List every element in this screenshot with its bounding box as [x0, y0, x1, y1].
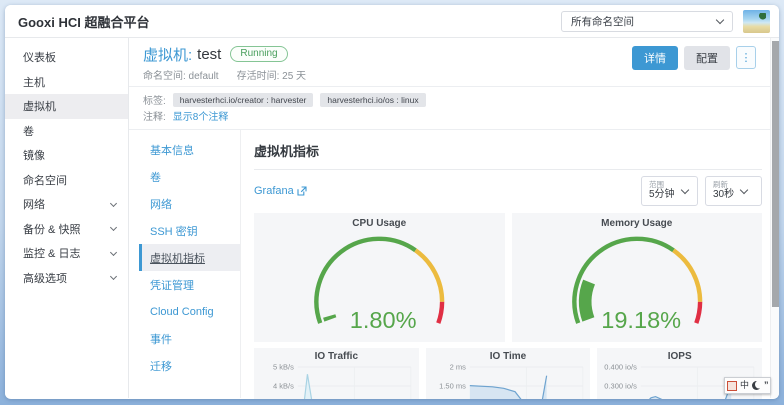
- cpu-usage-gauge: CPU Usage1.80%: [254, 213, 505, 342]
- range-select[interactable]: 范围 5分钟: [641, 176, 698, 206]
- svg-text:1.80%: 1.80%: [350, 307, 417, 333]
- tab-credentials[interactable]: 凭证管理: [139, 271, 240, 298]
- svg-text:4 kB/s: 4 kB/s: [273, 382, 294, 391]
- memory-usage-gauge: Memory Usage19.18%: [512, 213, 763, 342]
- top-header: Gooxi HCI 超融合平台 所有命名空间: [5, 5, 779, 38]
- sidebar-item-hosts[interactable]: 主机: [5, 70, 128, 95]
- namespace-select-value: 所有命名空间: [571, 14, 634, 29]
- label-tag: harvesterhci.io/creator : harvester: [173, 93, 314, 107]
- external-link-icon: [297, 186, 307, 196]
- io-traffic-chart: IO Traffic5 kB/s4 kB/s3 kB/s: [254, 348, 419, 399]
- io-time-chart: IO Time2 ms1.50 ms1 ms: [426, 348, 591, 399]
- sidebar: 仪表板 主机 虚拟机 卷 镜像 命名空间 网络 备份 & 快照 监控 & 日志 …: [5, 38, 129, 398]
- ime-logo-icon[interactable]: [727, 381, 737, 391]
- detail-section: 基本信息 卷 网络 SSH 密钥 虚拟机指标 凭证管理 Cloud Config…: [129, 130, 770, 398]
- tab-ssh-keys[interactable]: SSH 密钥: [139, 217, 240, 244]
- vm-namespace: 命名空间: default: [143, 67, 219, 82]
- annotations-row: 注释: 显示8个注释: [143, 108, 756, 123]
- details-button[interactable]: 详情: [632, 46, 678, 70]
- ime-chinese-mode-icon[interactable]: 中: [740, 381, 749, 390]
- vertical-scrollbar[interactable]: [770, 38, 779, 398]
- svg-text:2 ms: 2 ms: [449, 363, 466, 372]
- chevron-down-icon: [110, 273, 117, 280]
- sidebar-item-backup-snapshot[interactable]: 备份 & 快照: [5, 217, 128, 242]
- status-badge: Running: [230, 46, 287, 62]
- labels-title: 标签:: [143, 92, 166, 107]
- app-window: Gooxi HCI 超融合平台 所有命名空间 仪表板 主机 虚拟机 卷 镜像 命…: [5, 5, 779, 399]
- main-area: 虚拟机: test Running 命名空间: default 存活时间: 25…: [129, 38, 779, 398]
- tab-migration[interactable]: 迁移: [139, 352, 240, 379]
- svg-text:19.18%: 19.18%: [601, 307, 681, 333]
- tab-events[interactable]: 事件: [139, 325, 240, 352]
- chevron-down-icon: [110, 200, 117, 207]
- sidebar-item-monitoring-logs[interactable]: 监控 & 日志: [5, 241, 128, 266]
- show-annotations-link[interactable]: 显示8个注释: [173, 108, 229, 123]
- detail-nav: 基本信息 卷 网络 SSH 密钥 虚拟机指标 凭证管理 Cloud Config…: [129, 130, 241, 398]
- vm-subheader: 命名空间: default 存活时间: 25 天: [143, 67, 306, 82]
- svg-text:0.400 io/s: 0.400 io/s: [605, 363, 638, 372]
- user-avatar[interactable]: [743, 10, 770, 33]
- vm-header: 虚拟机: test Running 命名空间: default 存活时间: 25…: [129, 38, 770, 86]
- sidebar-item-dashboard[interactable]: 仪表板: [5, 45, 128, 70]
- tab-vm-metrics[interactable]: 虚拟机指标: [139, 244, 240, 271]
- chevron-down-icon: [110, 249, 117, 256]
- vm-title-row: 虚拟机: test Running: [143, 44, 306, 64]
- config-button[interactable]: 配置: [684, 46, 730, 70]
- app-title: Gooxi HCI 超融合平台: [18, 12, 149, 31]
- tab-basic-info[interactable]: 基本信息: [139, 136, 240, 163]
- metrics-title: 虚拟机指标: [254, 130, 762, 170]
- chevron-down-icon: [716, 15, 724, 23]
- header-buttons: 详情 配置 ⋮: [632, 44, 756, 82]
- chevron-down-icon: [740, 185, 748, 193]
- grafana-link[interactable]: Grafana: [254, 185, 307, 197]
- refresh-value: 30秒: [713, 189, 734, 202]
- svg-text:0.300 io/s: 0.300 io/s: [605, 382, 638, 391]
- main-content: 虚拟机: test Running 命名空间: default 存活时间: 25…: [129, 38, 770, 398]
- svg-text:1.50 ms: 1.50 ms: [439, 382, 466, 391]
- sidebar-item-networks[interactable]: 网络: [5, 192, 128, 217]
- namespace-select[interactable]: 所有命名空间: [561, 11, 733, 32]
- label-tag: harvesterhci.io/os : linux: [320, 93, 425, 107]
- chevron-down-icon: [110, 224, 117, 231]
- sidebar-item-advanced[interactable]: 高级选项: [5, 266, 128, 291]
- refresh-select[interactable]: 刷新 30秒: [705, 176, 762, 206]
- annotations-title: 注释:: [143, 108, 166, 123]
- tab-cloud-config[interactable]: Cloud Config: [139, 298, 240, 325]
- ime-fullwidth-moon-icon[interactable]: [752, 381, 761, 390]
- window-frame: Gooxi HCI 超融合平台 所有命名空间 仪表板 主机 虚拟机 卷 镜像 命…: [0, 0, 784, 405]
- vm-name: test: [197, 46, 221, 63]
- metrics-panel: 虚拟机指标 Grafana: [241, 130, 770, 398]
- ime-toolbar: 中 ”: [724, 377, 771, 394]
- vm-age: 存活时间: 25 天: [237, 67, 306, 82]
- sidebar-item-volumes[interactable]: 卷: [5, 119, 128, 144]
- tab-networks[interactable]: 网络: [139, 190, 240, 217]
- metrics-controls: Grafana 范围: [254, 176, 762, 206]
- charts-area: CPU Usage1.80% Memory Usage19.18% IO Tra…: [254, 213, 762, 399]
- metadata-section: 标签: harvesterhci.io/creator : harvester …: [129, 87, 770, 129]
- ime-punctuation-icon[interactable]: ”: [764, 381, 769, 390]
- sidebar-item-images[interactable]: 镜像: [5, 143, 128, 168]
- app-body: 仪表板 主机 虚拟机 卷 镜像 命名空间 网络 备份 & 快照 监控 & 日志 …: [5, 38, 779, 398]
- resource-type-link[interactable]: 虚拟机:: [143, 44, 192, 65]
- tab-volumes[interactable]: 卷: [139, 163, 240, 190]
- labels-row: 标签: harvesterhci.io/creator : harvester …: [143, 92, 756, 107]
- more-vertical-icon: ⋮: [741, 51, 752, 64]
- sidebar-item-namespaces[interactable]: 命名空间: [5, 168, 128, 193]
- svg-text:5 kB/s: 5 kB/s: [273, 363, 294, 372]
- sidebar-item-virtual-machines[interactable]: 虚拟机: [5, 94, 128, 119]
- range-value: 5分钟: [649, 189, 675, 202]
- more-actions-button[interactable]: ⋮: [736, 46, 756, 69]
- chevron-down-icon: [680, 185, 688, 193]
- scrollbar-thumb[interactable]: [772, 41, 779, 307]
